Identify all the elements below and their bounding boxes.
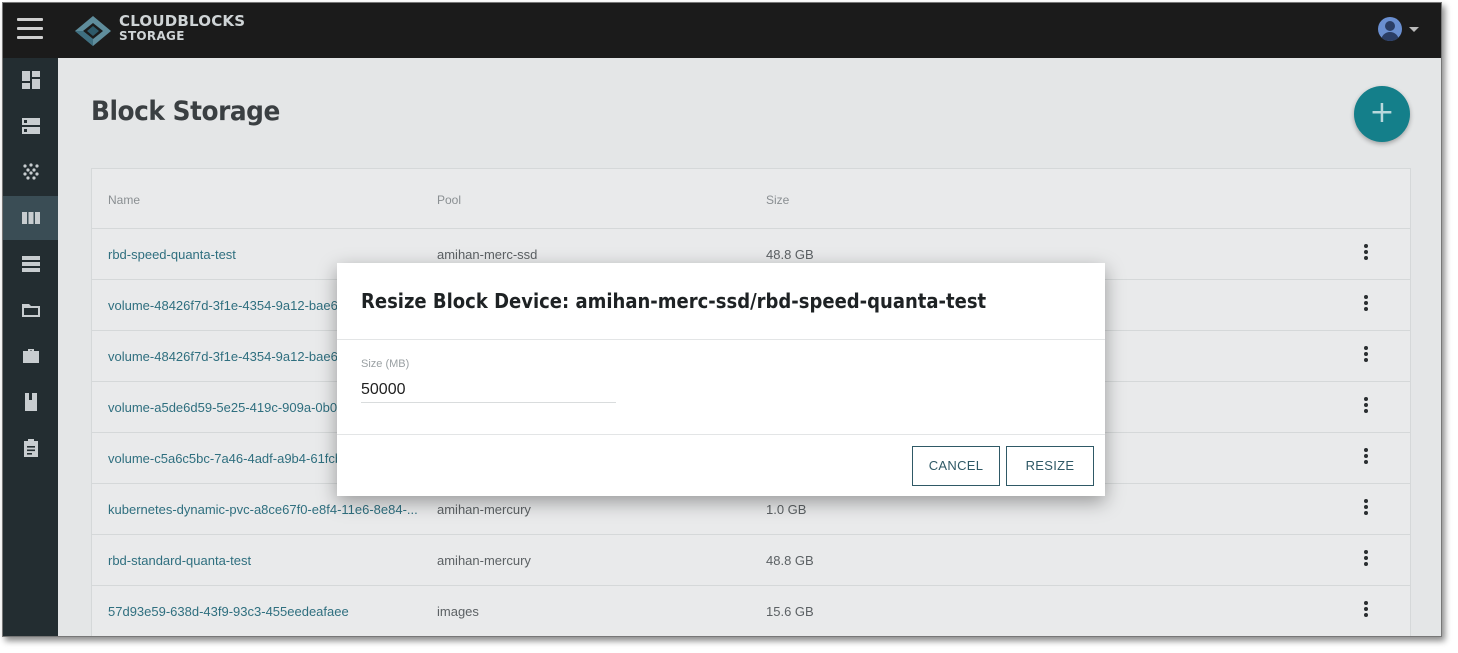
table-header: Name Pool Size <box>92 169 1410 229</box>
more-vert-icon[interactable] <box>1354 397 1378 419</box>
sidebar-item-folder[interactable] <box>3 288 58 332</box>
more-vert-icon[interactable] <box>1354 448 1378 470</box>
page-title: Block Storage <box>91 96 280 127</box>
row-name-link[interactable]: kubernetes-dynamic-pvc-a8ce67f0-e8f4-11e… <box>108 502 418 517</box>
size-mb-input[interactable] <box>361 378 616 403</box>
row-pool: amihan-merc-ssd <box>437 247 538 262</box>
user-avatar-icon[interactable] <box>1378 17 1402 41</box>
table-row: 57d93e59-638d-43f9-93c3-455eedeafaee ima… <box>92 586 1410 636</box>
sidebar-item-servers[interactable] <box>3 104 58 148</box>
row-name-link[interactable]: rbd-standard-quanta-test <box>108 553 251 568</box>
column-header-pool[interactable]: Pool <box>437 193 461 207</box>
sidebar <box>3 58 58 636</box>
row-size: 15.6 GB <box>766 604 814 619</box>
sidebar-item-block-storage[interactable] <box>3 196 58 240</box>
size-field-label: Size (MB) <box>361 358 410 370</box>
brand-line-2: STORAGE <box>119 29 185 43</box>
sidebar-item-briefcase[interactable] <box>3 334 58 378</box>
block-storage-icon <box>21 212 40 224</box>
resize-dialog: Resize Block Device: amihan-merc-ssd/rbd… <box>337 263 1105 496</box>
row-pool: amihan-mercury <box>437 553 531 568</box>
more-vert-icon[interactable] <box>1354 601 1378 623</box>
chevron-down-icon[interactable] <box>1409 27 1419 32</box>
dashboard-icon <box>21 71 40 89</box>
dialog-title: Resize Block Device: amihan-merc-ssd/rbd… <box>361 289 987 313</box>
sidebar-item-book[interactable] <box>3 380 58 424</box>
cancel-button[interactable]: CANCEL <box>912 446 1000 486</box>
list-icon <box>21 256 40 272</box>
sidebar-item-cluster[interactable] <box>3 150 58 194</box>
row-pool: amihan-mercury <box>437 502 531 517</box>
servers-icon <box>21 118 40 134</box>
more-vert-icon[interactable] <box>1354 499 1378 521</box>
clipboard-icon <box>23 439 38 457</box>
brand-name: CLOUDBLOCKS STORAGE <box>119 14 245 44</box>
column-header-name[interactable]: Name <box>108 193 140 207</box>
row-pool: images <box>437 604 479 619</box>
more-vert-icon[interactable] <box>1354 346 1378 368</box>
resize-button[interactable]: RESIZE <box>1006 446 1094 486</box>
row-name-link[interactable]: 57d93e59-638d-43f9-93c3-455eedeafaee <box>108 604 349 619</box>
briefcase-icon <box>22 349 39 363</box>
column-header-size[interactable]: Size <box>766 193 789 207</box>
row-name-link[interactable]: volume-a5de6d59-5e25-419c-909a-0b0a <box>108 400 344 415</box>
dialog-divider <box>337 339 1105 340</box>
dialog-divider <box>337 434 1105 435</box>
row-size: 48.8 GB <box>766 553 814 568</box>
row-name-link[interactable]: volume-48426f7d-3f1e-4354-9a12-bae6bc <box>108 349 352 364</box>
brand-line-1: CLOUDBLOCKS <box>119 12 246 30</box>
sidebar-item-dashboard[interactable] <box>3 58 58 102</box>
row-name-link[interactable]: rbd-speed-quanta-test <box>108 247 236 262</box>
menu-icon[interactable] <box>17 18 43 40</box>
cluster-icon <box>22 163 39 180</box>
book-icon <box>24 393 37 411</box>
top-bar: CLOUDBLOCKS STORAGE <box>3 3 1441 58</box>
row-name-link[interactable]: volume-48426f7d-3f1e-4354-9a12-bae6bc <box>108 298 352 313</box>
row-size: 48.8 GB <box>766 247 814 262</box>
more-vert-icon[interactable] <box>1354 295 1378 317</box>
sidebar-item-list[interactable] <box>3 242 58 286</box>
add-block-device-button[interactable]: + <box>1354 86 1410 142</box>
more-vert-icon[interactable] <box>1354 244 1378 266</box>
table-row: rbd-standard-quanta-test amihan-mercury … <box>92 535 1410 586</box>
cloudblocks-logo <box>75 16 111 46</box>
folder-icon <box>21 304 40 317</box>
sidebar-item-clipboard[interactable] <box>3 426 58 470</box>
row-size: 1.0 GB <box>766 502 807 517</box>
more-vert-icon[interactable] <box>1354 550 1378 572</box>
row-name-link[interactable]: volume-c5a6c5bc-7a46-4adf-a9b4-61fcb <box>108 451 342 466</box>
